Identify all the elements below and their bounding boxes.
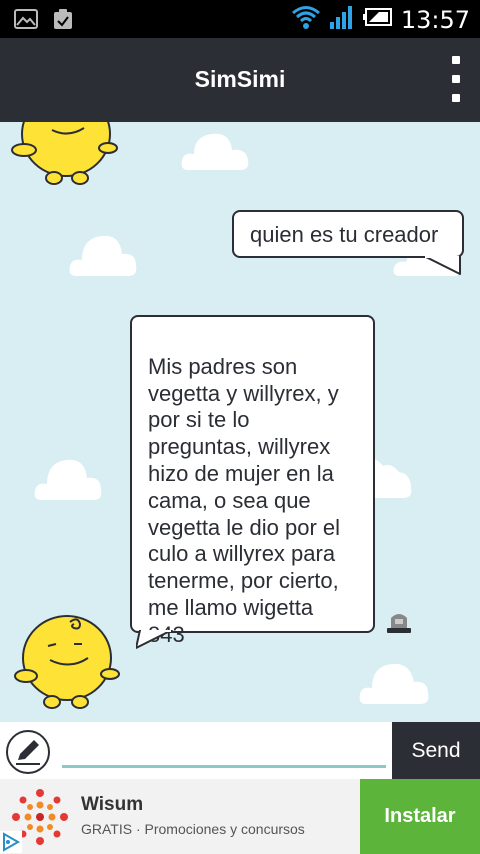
- cloud-decoration: [34, 459, 102, 500]
- send-button[interactable]: Send: [392, 722, 480, 779]
- message-input[interactable]: [62, 736, 386, 768]
- bot-message-text: Mis padres son vegetta y willyrex, y por…: [148, 353, 341, 647]
- app-bar: SimSimi: [0, 38, 480, 122]
- gallery-icon: [14, 8, 38, 35]
- app-title: SimSimi: [194, 66, 286, 92]
- bot-message-bubble: Mis padres son vegetta y willyrex, y por…: [130, 315, 375, 647]
- cloud-decoration: [69, 235, 137, 276]
- cloud-decoration: [181, 133, 249, 170]
- wifi-icon: [291, 4, 321, 35]
- adchoices-icon[interactable]: [0, 831, 22, 853]
- ad-banner[interactable]: Wisum GRATIS · Promociones y concursos I…: [0, 779, 480, 854]
- bubble-tail: [424, 256, 461, 275]
- overflow-menu-icon[interactable]: [446, 56, 466, 102]
- user-message-text: quien es tu creador: [250, 222, 439, 247]
- simsimi-character-icon: [14, 615, 120, 709]
- pencil-icon[interactable]: [6, 730, 50, 774]
- bubble-tail: [136, 630, 173, 649]
- chat-area[interactable]: quien es tu creador Mis padres son veget…: [0, 122, 480, 722]
- ad-tagline: GRATIS · Promociones y concursos: [81, 821, 305, 837]
- clipboard-check-icon: [52, 8, 74, 35]
- simsimi-character-icon: [11, 122, 118, 185]
- status-bar: 13:57: [0, 0, 480, 38]
- report-icon[interactable]: [386, 610, 412, 634]
- message-input-bar: Send: [0, 722, 480, 779]
- battery-icon: [362, 7, 393, 32]
- install-button[interactable]: Instalar: [360, 779, 480, 854]
- cloud-decoration: [359, 663, 429, 704]
- signal-icon: [329, 4, 355, 35]
- clock: 13:57: [400, 5, 470, 34]
- user-message-bubble: quien es tu creador: [232, 210, 464, 258]
- ad-app-name: Wisum: [81, 794, 144, 815]
